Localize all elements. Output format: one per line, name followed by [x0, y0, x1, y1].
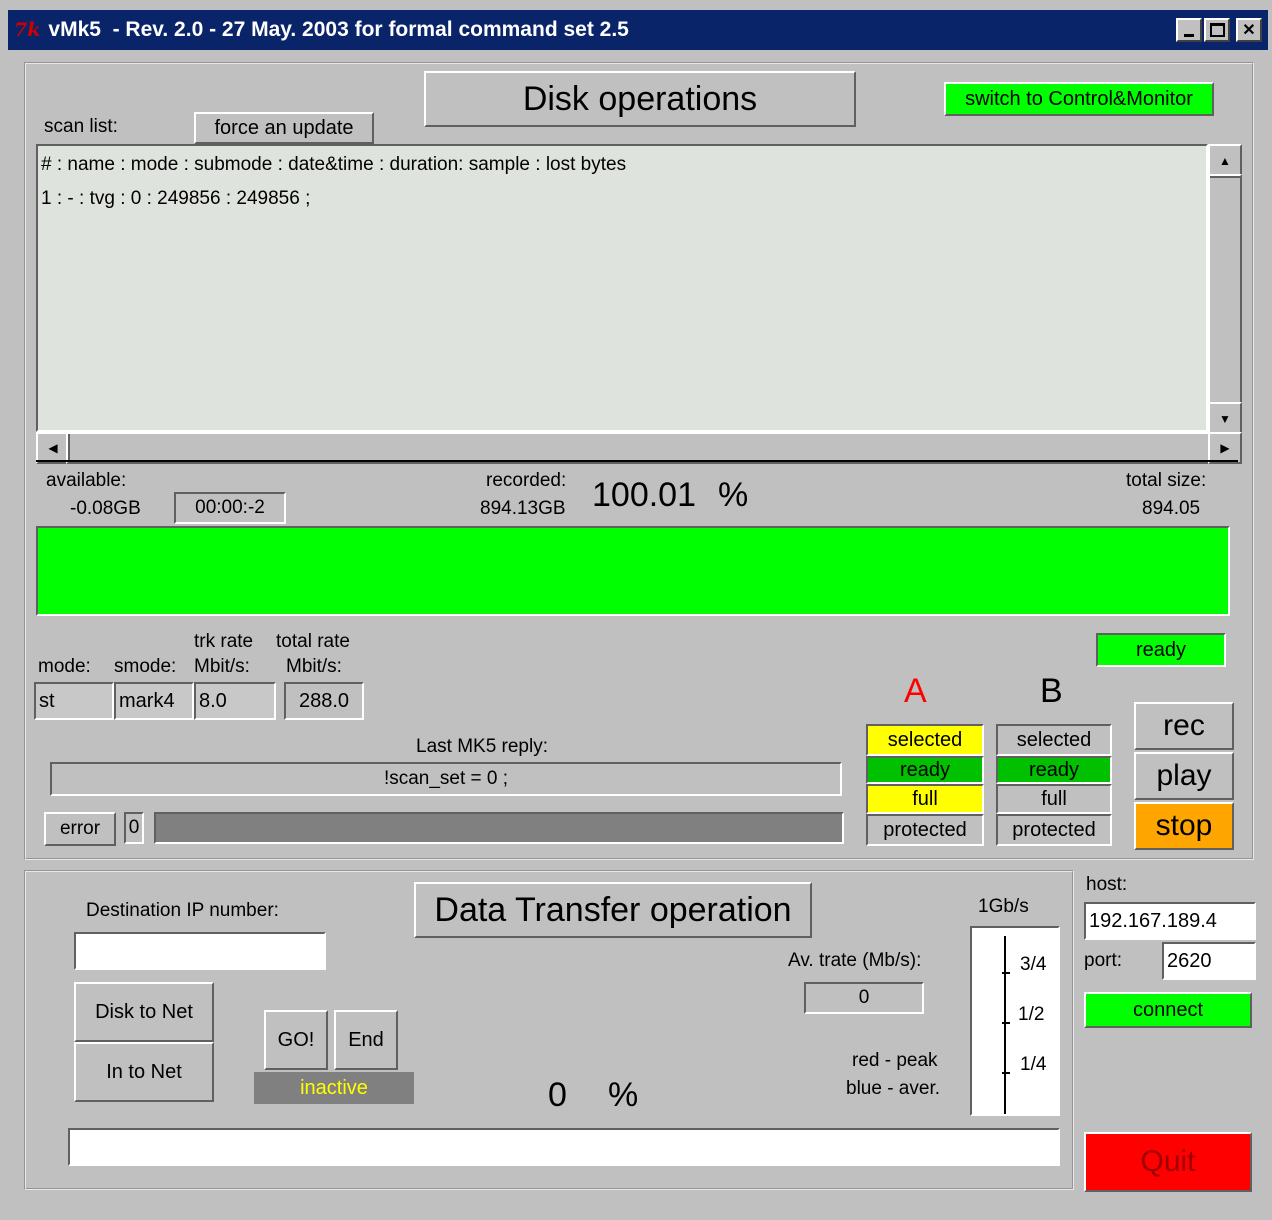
minimize-button[interactable] [1176, 18, 1202, 42]
bank-b-ready: ready [996, 756, 1112, 784]
bank-a-full: full [866, 784, 984, 814]
bank-b-selected: selected [996, 724, 1112, 756]
recorded-percent-sign: % [718, 476, 749, 514]
switch-control-monitor-button[interactable]: switch to Control&Monitor [944, 82, 1214, 116]
total-rate-value: 288.0 [284, 682, 364, 720]
total-rate-unit-label: Mbit/s: [286, 656, 342, 677]
disk-operations-heading: Disk operations [424, 71, 856, 127]
legend-blue-aver: blue - aver. [846, 1078, 940, 1099]
scan-list[interactable]: # : name : mode : submode : date&time : … [36, 144, 1208, 432]
bank-a-label: A [904, 672, 927, 710]
scroll-down-arrow-icon[interactable]: ▼ [1208, 402, 1242, 436]
total-rate-label: total rate [276, 631, 350, 652]
maximize-button[interactable] [1204, 18, 1230, 42]
trk-rate-label: trk rate [194, 631, 254, 652]
mode-field[interactable]: st [34, 682, 114, 720]
gauge-max-label: 1Gb/s [978, 896, 1029, 917]
error-count: 0 [124, 812, 144, 844]
gauge-tick [1002, 1022, 1010, 1024]
scan-list-label: scan list: [44, 116, 118, 137]
recorded-value: 894.13GB [480, 498, 566, 519]
capacity-bar [36, 526, 1230, 616]
go-button[interactable]: GO! [264, 1010, 328, 1070]
title-bar: 7k vMk5 - Rev. 2.0 - 27 May. 2003 for fo… [8, 10, 1268, 50]
smode-label: smode: [114, 656, 177, 677]
horizontal-scrollbar[interactable]: ◀ ▶ [36, 432, 1242, 464]
scan-list-divider [36, 460, 1238, 462]
destination-ip-label: Destination IP number: [86, 900, 279, 921]
total-size-value: 894.05 [1142, 498, 1201, 519]
gauge-tick-label-3-4: 3/4 [1020, 954, 1047, 975]
scan-list-item[interactable]: 1 : - : tvg : 0 : 249856 : 249856 ; [41, 188, 310, 210]
mode-label: mode: [38, 656, 91, 677]
close-button[interactable]: ✕ [1236, 18, 1262, 42]
trk-rate-field[interactable]: 8.0 [194, 682, 276, 720]
bank-b-label: B [1040, 672, 1063, 710]
legend-red-peak: red - peak [852, 1050, 938, 1071]
quit-button[interactable]: Quit [1084, 1132, 1252, 1192]
recorded-percent-value: 100.01 [592, 476, 696, 514]
window-title: vMk5 - Rev. 2.0 - 27 May. 2003 for forma… [48, 18, 629, 41]
total-size-label: total size: [1126, 470, 1207, 491]
in-to-net-button[interactable]: In to Net [74, 1042, 214, 1102]
gauge-axis [1004, 936, 1006, 1114]
last-reply-value: !scan_set = 0 ; [50, 762, 842, 796]
error-button[interactable]: error [44, 812, 116, 846]
vertical-scroll-thumb[interactable] [1208, 174, 1242, 404]
available-label: available: [46, 470, 127, 491]
trk-rate-unit-label: Mbit/s: [194, 656, 250, 677]
port-label: port: [1084, 950, 1123, 971]
bank-a-protected: protected [866, 814, 984, 846]
transfer-percent-value: 0 [548, 1076, 567, 1114]
vertical-scrollbar[interactable]: ▲ ▼ [1208, 144, 1242, 436]
error-message-bar [154, 812, 844, 844]
gauge-tick-label-1-4: 1/4 [1020, 1054, 1047, 1075]
maximize-icon [1209, 23, 1225, 37]
bank-a-selected: selected [866, 724, 984, 756]
bank-b-full: full [996, 784, 1112, 814]
data-transfer-heading: Data Transfer operation [414, 882, 812, 938]
transfer-percent-sign: % [608, 1076, 639, 1114]
host-label: host: [1086, 874, 1128, 895]
end-button[interactable]: End [334, 1010, 398, 1070]
time-remaining-value: 00:00:-2 [174, 492, 286, 524]
tk-logo-icon: 7k [14, 19, 41, 41]
available-value: -0.08GB [70, 498, 141, 519]
gauge-tick-label-1-2: 1/2 [1018, 1004, 1045, 1025]
bank-a-ready: ready [866, 756, 984, 784]
close-icon: ✕ [1242, 22, 1256, 39]
scroll-up-arrow-icon[interactable]: ▲ [1208, 144, 1242, 178]
destination-ip-input[interactable] [74, 932, 326, 970]
transfer-state-indicator: inactive [254, 1072, 414, 1104]
scan-list-header: # : name : mode : submode : date&time : … [41, 154, 627, 175]
rec-button[interactable]: rec [1134, 702, 1234, 750]
minimize-icon [1184, 33, 1194, 37]
capacity-bar-fill [38, 528, 1228, 614]
last-reply-label: Last MK5 reply: [416, 736, 548, 757]
disk-to-net-button[interactable]: Disk to Net [74, 982, 214, 1042]
host-input[interactable]: 192.167.189.4 [1084, 902, 1256, 940]
transfer-progress-bar [68, 1128, 1060, 1166]
bank-b-protected: protected [996, 814, 1112, 846]
rate-gauge: 3/4 1/2 1/4 [970, 926, 1060, 1116]
play-button[interactable]: play [1134, 752, 1234, 800]
status-indicator: ready [1096, 633, 1226, 667]
force-update-button[interactable]: force an update [194, 112, 374, 144]
smode-field[interactable]: mark4 [114, 682, 194, 720]
port-input[interactable]: 2620 [1162, 942, 1256, 980]
av-trate-value: 0 [804, 982, 924, 1014]
av-trate-label: Av. trate (Mb/s): [788, 950, 922, 971]
connect-button[interactable]: connect [1084, 992, 1252, 1028]
stop-button[interactable]: stop [1134, 802, 1234, 850]
gauge-tick [1002, 1072, 1010, 1074]
gauge-tick [1002, 972, 1010, 974]
recorded-label: recorded: [486, 470, 567, 491]
